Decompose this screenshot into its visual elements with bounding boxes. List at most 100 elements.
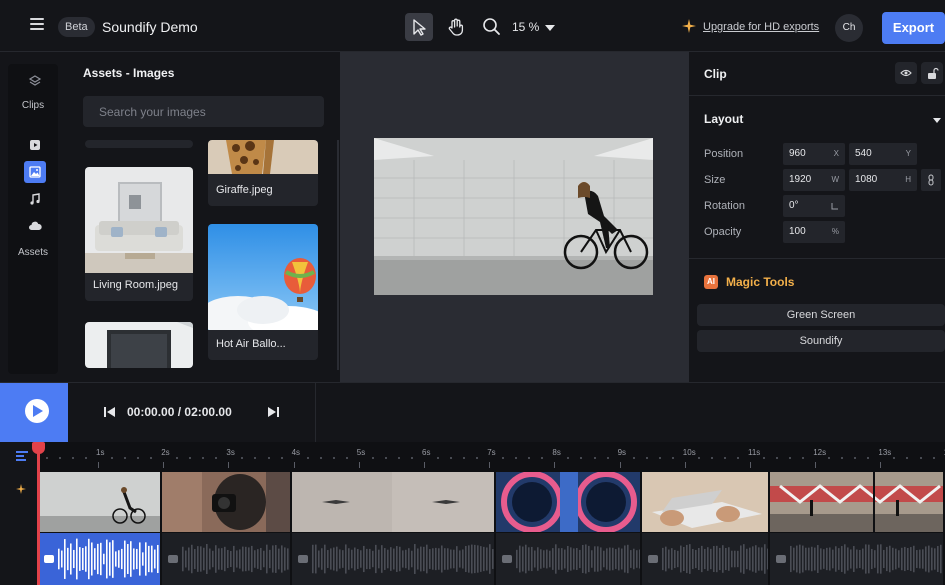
asset-card-partial[interactable] — [85, 140, 193, 148]
asset-card-hot-air-balloon[interactable]: Hot Air Ballo... — [208, 224, 318, 360]
menu-icon[interactable] — [30, 18, 44, 30]
rotation-field[interactable]: 0° — [783, 195, 845, 217]
speaker-icon[interactable] — [648, 555, 658, 563]
waveform-bar — [576, 548, 578, 570]
select-tool-button[interactable] — [405, 13, 433, 41]
playhead[interactable] — [37, 442, 40, 585]
waveform-bar — [327, 550, 329, 568]
waveform-bar — [802, 545, 804, 573]
visibility-button[interactable] — [895, 62, 917, 84]
chevron-down-icon[interactable] — [933, 118, 941, 123]
waveform-bar — [674, 549, 676, 569]
rail-images-button[interactable] — [24, 161, 46, 183]
audio-track[interactable] — [770, 533, 945, 585]
speaker-icon[interactable] — [298, 555, 308, 563]
audio-track[interactable] — [496, 533, 642, 585]
ruler-tick — [424, 462, 425, 468]
timeline-clip-neon[interactable] — [496, 472, 642, 532]
timeline-clip-laptop[interactable] — [642, 472, 770, 532]
timeline-clip-photographer[interactable] — [162, 472, 292, 532]
clips-button[interactable] — [24, 70, 46, 92]
waveform-bar — [351, 549, 353, 569]
speaker-icon[interactable] — [168, 555, 178, 563]
aspect-lock-button[interactable] — [921, 169, 941, 191]
audio-track[interactable] — [292, 533, 496, 585]
ruler-tick — [163, 462, 165, 468]
upgrade-link[interactable]: Upgrade for HD exports — [703, 20, 819, 34]
skip-back-icon[interactable] — [103, 405, 117, 419]
rail-audio-button[interactable] — [24, 188, 46, 210]
asset-card-living-room[interactable]: Living Room.jpeg — [85, 167, 193, 301]
unit-y: Y — [905, 149, 911, 158]
ruler-dot — [306, 457, 309, 459]
playhead-handle[interactable] — [32, 442, 45, 454]
rail-video-button[interactable] — [24, 134, 46, 156]
search-input[interactable] — [83, 96, 324, 127]
assets-scrollbar[interactable] — [337, 140, 339, 370]
waveform-bar — [130, 541, 132, 577]
green-screen-button[interactable]: Green Screen — [697, 304, 945, 326]
project-title[interactable]: Soundify Demo — [102, 17, 198, 37]
zoom-level[interactable]: 15 % — [512, 17, 539, 37]
zoom-tool-button[interactable] — [478, 13, 506, 41]
timeline-clip-cyclist[interactable] — [38, 472, 162, 532]
play-button[interactable] — [0, 383, 68, 443]
size-w-field[interactable]: 1920 W — [783, 169, 845, 191]
hand-tool-button[interactable] — [442, 13, 470, 41]
avatar[interactable]: Ch — [835, 14, 863, 42]
audio-track[interactable] — [642, 533, 770, 585]
audio-track[interactable] — [162, 533, 292, 585]
ruler-dot — [828, 457, 831, 459]
link-icon — [928, 174, 934, 186]
preview-canvas[interactable] — [340, 52, 689, 382]
waveform-bar — [348, 548, 350, 570]
ruler-tick-label: 12s — [813, 448, 827, 457]
sparkle-icon[interactable] — [16, 484, 26, 494]
tracks-icon[interactable] — [16, 451, 28, 461]
lock-button[interactable] — [921, 62, 943, 84]
waveform-bar — [534, 550, 536, 568]
export-button[interactable]: Export — [882, 12, 945, 44]
unit-w: W — [831, 175, 839, 184]
clip-thumbnail — [770, 472, 943, 532]
waveform-bar — [844, 544, 846, 574]
asset-card-giraffe[interactable]: Giraffe.jpeg — [208, 140, 318, 206]
rail-assets-button[interactable] — [24, 215, 46, 237]
asset-card-laptop[interactable] — [85, 322, 193, 368]
timeline-clip-plane[interactable] — [292, 472, 496, 532]
waveform-bar — [552, 548, 554, 570]
audio-track-selected[interactable] — [38, 533, 162, 585]
waveform-bar — [764, 544, 766, 574]
waveform-bar — [254, 550, 256, 568]
waveform-bar — [79, 547, 81, 571]
size-h-field[interactable]: 1080 H — [849, 169, 917, 191]
time-ruler[interactable]: 1s2s3s4s5s6s7s8s9s10s11s12s13s14 — [38, 442, 945, 472]
waveform-bar — [597, 546, 599, 572]
waveform-bar — [636, 550, 638, 568]
soundify-button[interactable]: Soundify — [697, 330, 945, 352]
waveform-bar — [567, 545, 569, 573]
ruler-dot — [202, 457, 205, 459]
video-preview[interactable] — [374, 138, 653, 295]
position-x-field[interactable]: 960 X — [783, 143, 845, 165]
skip-forward-icon[interactable] — [266, 405, 280, 419]
position-y-field[interactable]: 540 Y — [849, 143, 917, 165]
speaker-icon[interactable] — [44, 555, 54, 563]
waveform-bar — [94, 548, 96, 570]
top-bar: Beta Soundify Demo 15 % Upgrade for HD e… — [0, 0, 945, 52]
opacity-field[interactable]: 100% — [783, 221, 845, 243]
timeline[interactable]: 1s2s3s4s5s6s7s8s9s10s11s12s13s14 — [0, 442, 945, 585]
waveform-bar — [191, 544, 193, 574]
assets-panel: Assets - Images Giraffe.jpeg Living Room… — [70, 52, 340, 382]
ruler-dot — [606, 457, 609, 459]
ruler-tick — [358, 462, 360, 468]
sparkle-icon — [682, 19, 696, 33]
timeline-clip-street[interactable] — [770, 472, 945, 532]
waveform-bar — [393, 548, 395, 570]
chevron-down-icon[interactable] — [545, 25, 555, 31]
size-label: Size — [704, 174, 726, 186]
ruler-tick-label: 6s — [422, 448, 431, 457]
speaker-icon[interactable] — [502, 555, 512, 563]
waveform-bar — [209, 548, 211, 570]
speaker-icon[interactable] — [776, 555, 786, 563]
